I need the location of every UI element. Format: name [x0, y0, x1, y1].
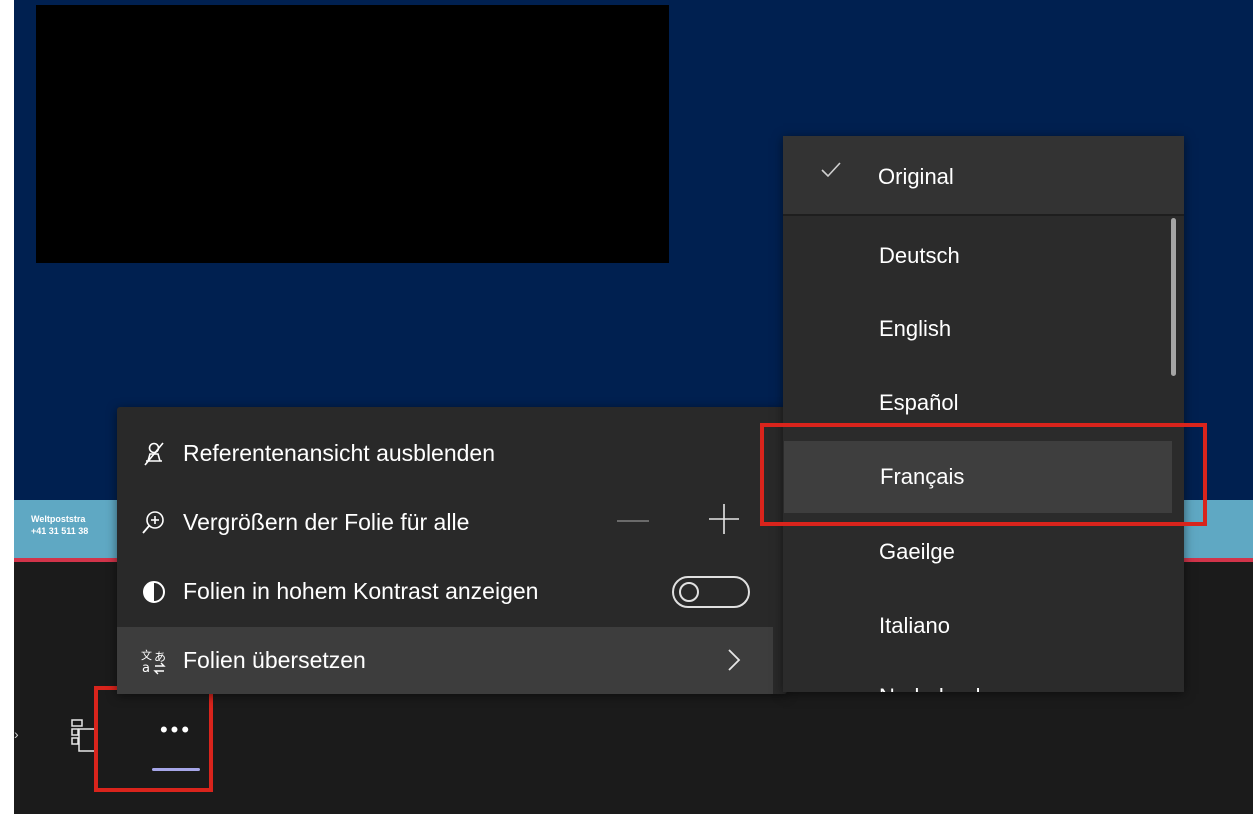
language-label: Español	[879, 390, 959, 415]
contrast-icon	[139, 579, 169, 605]
chevron-right-icon	[723, 647, 745, 673]
language-option-italiano[interactable]: Italiano	[783, 590, 1173, 662]
menu-item-hide-presenter[interactable]: Referentenansicht ausblenden	[117, 420, 773, 487]
translate-icon: 文 a あ	[139, 647, 169, 675]
video-tile	[36, 5, 669, 263]
checkmark-icon	[819, 158, 843, 182]
highlight-box-more-button	[94, 686, 213, 792]
language-label: Deutsch	[879, 243, 960, 268]
submenu-scrollbar[interactable]	[1171, 218, 1176, 376]
toggle-knob	[679, 582, 699, 602]
svg-text:文: 文	[141, 648, 152, 662]
hide-presenter-icon	[139, 441, 169, 467]
menu-item-zoom-slide[interactable]: Vergrößern der Folie für alle	[117, 489, 773, 556]
language-option-original[interactable]: Original	[783, 136, 1184, 216]
zoom-in-button[interactable]	[707, 502, 741, 536]
language-option-nederlands[interactable]: Nederlands	[783, 661, 1173, 692]
zoom-out-button[interactable]	[617, 520, 649, 522]
menu-item-label: Referentenansicht ausblenden	[183, 440, 496, 466]
language-label: English	[879, 316, 952, 341]
svg-text:あ: あ	[154, 650, 166, 664]
language-option-gaeilge[interactable]: Gaeilge	[783, 516, 1173, 588]
svg-text:a: a	[142, 661, 150, 675]
language-label: Gaeilge	[879, 539, 955, 564]
more-options-menu: Referentenansicht ausblenden Vergrößern …	[117, 407, 787, 694]
menu-item-label: Folien übersetzen	[183, 647, 366, 673]
menu-item-translate-slides[interactable]: 文 a あ Folien übersetzen	[117, 627, 773, 694]
chevron-right-icon[interactable]: ›	[14, 726, 19, 742]
language-option-deutsch[interactable]: Deutsch	[783, 220, 1173, 292]
slide-footer-line1: Weltpoststra	[31, 514, 86, 524]
slide-footer-line2: +41 31 511 38	[31, 526, 89, 536]
language-label: Italiano	[879, 613, 950, 638]
language-label: Nederlands	[879, 684, 992, 692]
zoom-in-icon	[139, 510, 169, 536]
high-contrast-toggle[interactable]	[672, 576, 750, 608]
menu-item-label: Folien in hohem Kontrast anzeigen	[183, 578, 539, 604]
highlight-box-francais	[760, 423, 1207, 526]
language-label: Original	[878, 164, 954, 189]
menu-item-high-contrast[interactable]: Folien in hohem Kontrast anzeigen	[117, 558, 773, 625]
slide-footer-text: Weltpoststra +41 31 511 38	[31, 513, 88, 537]
language-option-english[interactable]: English	[783, 293, 1173, 365]
menu-item-label: Vergrößern der Folie für alle	[183, 509, 470, 535]
language-submenu: Original Deutsch English Español Françai…	[783, 136, 1184, 692]
